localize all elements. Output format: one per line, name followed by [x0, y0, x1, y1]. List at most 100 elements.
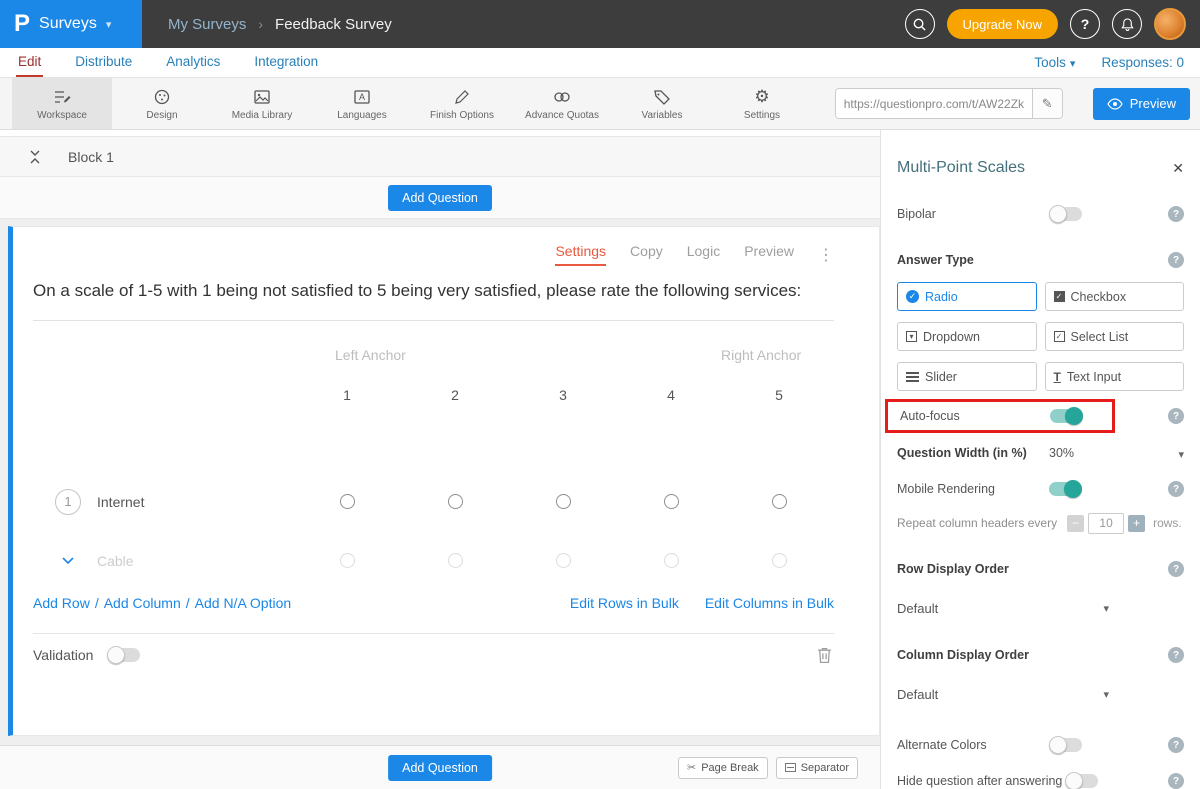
help-icon[interactable]: [1168, 206, 1184, 222]
column-label-1[interactable]: 1: [293, 387, 401, 403]
row-label-internet[interactable]: Internet: [97, 494, 144, 510]
radio-option[interactable]: [556, 553, 571, 568]
add-na-option-link[interactable]: Add N/A Option: [195, 595, 292, 611]
alternate-colors-toggle[interactable]: [1049, 738, 1082, 752]
avatar[interactable]: [1154, 8, 1186, 40]
row-label-cable[interactable]: Cable: [97, 553, 134, 569]
answer-type-radio[interactable]: Radio: [897, 282, 1037, 311]
answer-type-select-list[interactable]: Select List: [1045, 322, 1185, 351]
collapse-block-icon[interactable]: [28, 149, 42, 165]
hide-question-toggle[interactable]: [1065, 774, 1098, 788]
toolbar-item-languages[interactable]: A Languages: [312, 78, 412, 129]
help-icon[interactable]: [1168, 647, 1184, 663]
autofocus-toggle[interactable]: [1050, 409, 1083, 423]
radio-option[interactable]: [772, 553, 787, 568]
checkbox-icon: [1054, 291, 1065, 302]
tab-question-logic[interactable]: Logic: [687, 243, 720, 266]
radio-option[interactable]: [340, 494, 355, 509]
tab-distribute[interactable]: Distribute: [73, 48, 134, 77]
radio-option[interactable]: [556, 494, 571, 509]
more-options-icon[interactable]: [818, 245, 834, 265]
plus-icon[interactable]: [1128, 515, 1145, 532]
tab-integration[interactable]: Integration: [252, 48, 320, 77]
toolbar-item-advance-quotas[interactable]: Advance Quotas: [512, 78, 612, 129]
chevron-down-icon[interactable]: [1178, 446, 1184, 461]
tab-question-copy[interactable]: Copy: [630, 243, 663, 266]
toolbar-item-workspace[interactable]: Workspace: [12, 78, 112, 129]
help-icon[interactable]: [1168, 561, 1184, 577]
rows-suffix-label: rows.: [1153, 516, 1182, 530]
radio-option[interactable]: [448, 494, 463, 509]
preview-button[interactable]: Preview: [1093, 88, 1190, 120]
toolbar-item-finish-options[interactable]: Finish Options: [412, 78, 512, 129]
radio-option[interactable]: [664, 494, 679, 509]
help-icon[interactable]: [1168, 737, 1184, 753]
row-label-cell: Cable: [33, 553, 293, 569]
bipolar-toggle[interactable]: [1049, 207, 1082, 221]
bulk-edit-links: Edit Rows in Bulk Edit Columns in Bulk: [570, 595, 834, 611]
radio-option[interactable]: [448, 553, 463, 568]
left-anchor-label[interactable]: Left Anchor: [335, 347, 406, 363]
question-width-value[interactable]: 30%: [1049, 446, 1074, 460]
toolbar-item-media-library[interactable]: Media Library: [212, 78, 312, 129]
column-label-5[interactable]: 5: [725, 387, 833, 403]
survey-url-input[interactable]: [836, 89, 1032, 118]
column-display-order-dropdown[interactable]: Default: [897, 685, 1109, 703]
chevron-down-icon[interactable]: [55, 557, 81, 565]
tab-question-settings[interactable]: Settings: [555, 243, 606, 266]
add-question-button-top[interactable]: Add Question: [388, 185, 492, 211]
breadcrumb-my-surveys[interactable]: My Surveys: [168, 16, 246, 33]
notifications-button[interactable]: [1112, 9, 1142, 39]
delete-question-button[interactable]: [817, 647, 832, 664]
toolbar-item-settings[interactable]: Settings: [712, 78, 812, 129]
mobile-rendering-toggle[interactable]: [1049, 482, 1082, 496]
link-separator: /: [186, 595, 190, 611]
product-switcher[interactable]: P Surveys: [0, 0, 142, 48]
help-icon[interactable]: [1168, 408, 1184, 424]
tab-question-preview[interactable]: Preview: [744, 243, 794, 266]
separator-button[interactable]: Separator: [776, 757, 858, 779]
help-button[interactable]: ?: [1070, 9, 1100, 39]
column-label-4[interactable]: 4: [617, 387, 725, 403]
column-label-3[interactable]: 3: [509, 387, 617, 403]
question-text[interactable]: On a scale of 1-5 with 1 being not satis…: [33, 278, 828, 304]
tab-edit[interactable]: Edit: [16, 48, 43, 77]
radio-option[interactable]: [772, 494, 787, 509]
responses-count[interactable]: Responses: 0: [1101, 55, 1184, 70]
page-break-button[interactable]: Page Break: [678, 757, 768, 779]
question-width-row[interactable]: Question Width (in %) 30%: [897, 443, 1184, 463]
help-icon[interactable]: [1168, 773, 1184, 789]
right-anchor-label[interactable]: Right Anchor: [721, 347, 801, 363]
answer-type-text-input[interactable]: T Text Input: [1045, 362, 1185, 391]
chain-links-icon: [552, 87, 572, 107]
toolbar-item-variables[interactable]: Variables: [612, 78, 712, 129]
edit-columns-in-bulk-link[interactable]: Edit Columns in Bulk: [705, 595, 834, 611]
repeat-headers-input[interactable]: [1088, 513, 1124, 534]
answer-type-dropdown[interactable]: Dropdown: [897, 322, 1037, 351]
tools-menu[interactable]: Tools: [1034, 55, 1075, 70]
help-icon[interactable]: [1168, 481, 1184, 497]
add-row-link[interactable]: Add Row: [33, 595, 90, 611]
edit-rows-in-bulk-link[interactable]: Edit Rows in Bulk: [570, 595, 679, 611]
chevron-down-icon: [106, 15, 112, 33]
workspace-icon: [52, 87, 72, 107]
validation-toggle[interactable]: [107, 648, 140, 662]
upgrade-now-button[interactable]: Upgrade Now: [947, 9, 1059, 39]
toolbar-item-design[interactable]: Design: [112, 78, 212, 129]
scale-columns-header: 1 2 3 4 5: [33, 387, 834, 403]
answer-type-checkbox[interactable]: Checkbox: [1045, 282, 1185, 311]
block-title[interactable]: Block 1: [68, 149, 114, 165]
edit-url-button[interactable]: [1032, 89, 1062, 118]
search-button[interactable]: [905, 9, 935, 39]
minus-icon[interactable]: [1067, 515, 1084, 532]
tab-analytics[interactable]: Analytics: [164, 48, 222, 77]
radio-option[interactable]: [664, 553, 679, 568]
add-column-link[interactable]: Add Column: [104, 595, 181, 611]
close-icon[interactable]: [1172, 160, 1184, 177]
column-label-2[interactable]: 2: [401, 387, 509, 403]
answer-type-slider[interactable]: Slider: [897, 362, 1037, 391]
add-question-button-bottom[interactable]: Add Question: [388, 755, 492, 781]
row-display-order-dropdown[interactable]: Default: [897, 599, 1109, 617]
radio-option[interactable]: [340, 553, 355, 568]
help-icon[interactable]: [1168, 252, 1184, 268]
